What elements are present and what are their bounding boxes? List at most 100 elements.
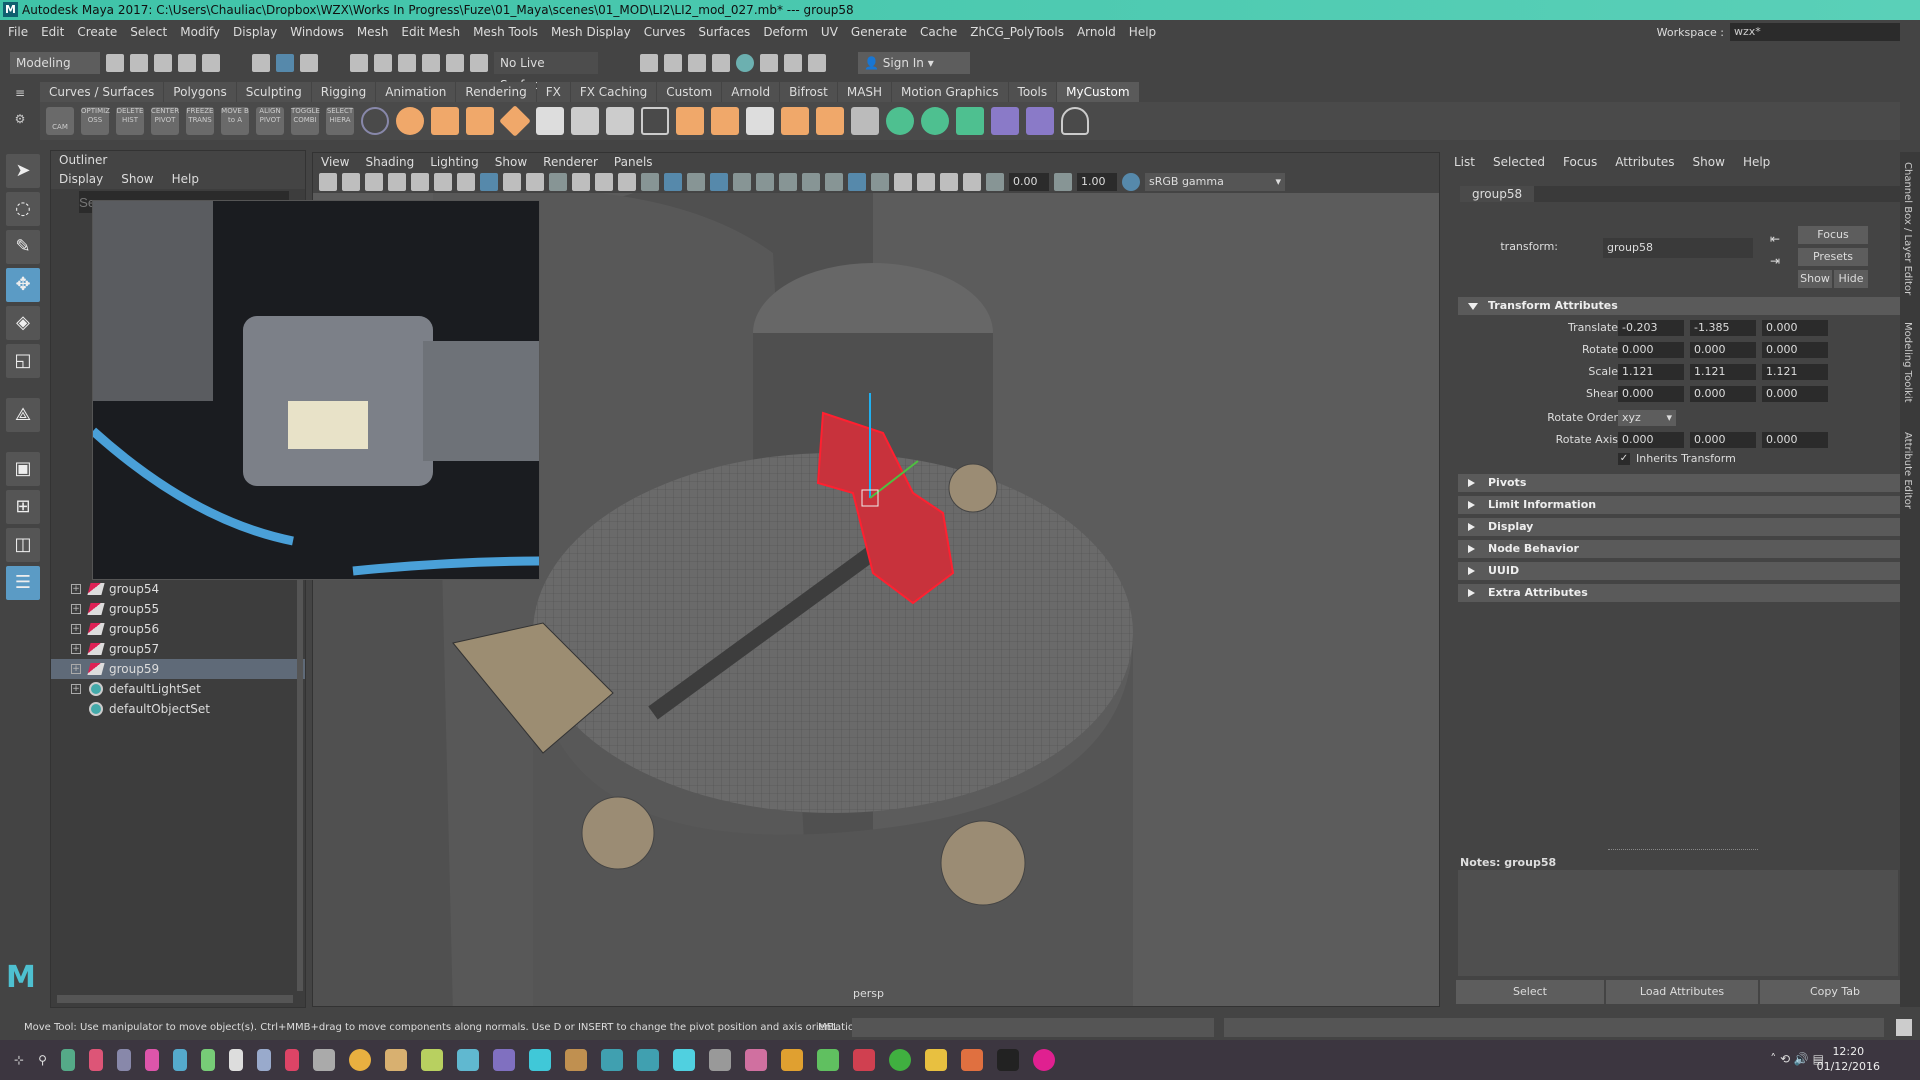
- shelf-tab-custom[interactable]: Custom: [657, 82, 722, 102]
- measure-icon[interactable]: [851, 107, 879, 135]
- menu-help[interactable]: Help: [1129, 25, 1156, 39]
- taskbar-app-icon[interactable]: [564, 1049, 587, 1071]
- expand-icon[interactable]: +: [71, 664, 81, 674]
- outliner-item[interactable]: defaultObjectSet: [51, 699, 305, 719]
- textured-icon[interactable]: [733, 173, 751, 191]
- splitter-handle[interactable]: [1608, 849, 1758, 850]
- load-input-icon[interactable]: ⇤: [1770, 232, 1780, 246]
- render-settings-icon[interactable]: [712, 54, 730, 72]
- translate-y-field[interactable]: -1.385: [1690, 320, 1756, 336]
- taskbar-app-icon[interactable]: [256, 1049, 271, 1071]
- multi-cut-icon[interactable]: [641, 107, 669, 135]
- taskbar-app-icon[interactable]: [780, 1049, 803, 1071]
- film-gate-icon[interactable]: [503, 173, 521, 191]
- outliner-menu-display[interactable]: Display: [59, 169, 103, 189]
- translate-z-field[interactable]: 0.000: [1762, 320, 1828, 336]
- expand-icon[interactable]: +: [71, 624, 81, 634]
- menu-display[interactable]: Display: [233, 25, 277, 39]
- taskbar-app-icon[interactable]: [88, 1049, 103, 1071]
- menu-set-dropdown[interactable]: Modeling: [10, 52, 100, 74]
- rotate-axis-y-field[interactable]: 0.000: [1690, 432, 1756, 448]
- outliner-layout-icon[interactable]: ☰: [6, 566, 40, 600]
- limit-information-section[interactable]: Limit Information: [1458, 496, 1902, 514]
- shelf-menu-icon[interactable]: ≡: [0, 86, 40, 100]
- grid-icon[interactable]: [480, 173, 498, 191]
- camera-icon[interactable]: [319, 173, 337, 191]
- taskbar-app-icon[interactable]: [172, 1049, 187, 1071]
- menu-zhcg-polytools[interactable]: ZhCG_PolyTools: [970, 25, 1064, 39]
- viewport-menu-lighting[interactable]: Lighting: [430, 153, 479, 171]
- color-management-toggle[interactable]: [1122, 173, 1140, 191]
- viewport-menu-renderer[interactable]: Renderer: [543, 153, 598, 171]
- isolate-icon[interactable]: [921, 107, 949, 135]
- new-scene-icon[interactable]: [106, 54, 124, 72]
- viewport-menu-show[interactable]: Show: [495, 153, 527, 171]
- ae-menu-selected[interactable]: Selected: [1493, 152, 1545, 172]
- menu-uv[interactable]: UV: [821, 25, 838, 39]
- pause-icon[interactable]: [808, 54, 826, 72]
- script-editor-icon[interactable]: [1896, 1019, 1912, 1036]
- snap-live-icon[interactable]: [470, 54, 488, 72]
- snap-curve-icon[interactable]: [374, 54, 392, 72]
- shelf-tab-bifrost[interactable]: Bifrost: [780, 82, 837, 102]
- tab-attribute-editor[interactable]: Attribute Editor: [1902, 432, 1913, 509]
- shelf-align-pivot-button[interactable]: ALIGN PIVOT: [256, 107, 284, 135]
- last-tool-icon[interactable]: ⟁: [6, 398, 40, 432]
- save-scene-icon[interactable]: [154, 54, 172, 72]
- expand-icon[interactable]: +: [71, 684, 81, 694]
- menu-mesh-tools[interactable]: Mesh Tools: [473, 25, 538, 39]
- menu-curves[interactable]: Curves: [644, 25, 686, 39]
- outliner-item[interactable]: + group57: [51, 639, 305, 659]
- inherits-transform-checkbox[interactable]: ✓: [1618, 452, 1630, 465]
- light-editor-icon[interactable]: [784, 54, 802, 72]
- menu-arnold[interactable]: Arnold: [1077, 25, 1116, 39]
- taskbar-photoshop-icon[interactable]: [456, 1049, 479, 1071]
- shelf-settings-gear-icon[interactable]: ⚙: [0, 112, 40, 126]
- lock-camera-icon[interactable]: [342, 173, 360, 191]
- shear-x-field[interactable]: 0.000: [1618, 386, 1684, 402]
- taskbar-app-icon[interactable]: [60, 1049, 75, 1071]
- ipr-render-icon[interactable]: [688, 54, 706, 72]
- field-chart-icon[interactable]: [572, 173, 590, 191]
- shelf-tab-animation[interactable]: Animation: [376, 82, 456, 102]
- bridge-icon[interactable]: [816, 107, 844, 135]
- mirror-icon[interactable]: [711, 107, 739, 135]
- scale-x-field[interactable]: 1.121: [1618, 364, 1684, 380]
- node-behavior-section[interactable]: Node Behavior: [1458, 540, 1902, 558]
- taskbar-evernote-icon[interactable]: [816, 1049, 839, 1071]
- taskbar-maya-icon[interactable]: [636, 1049, 659, 1071]
- shelf-tab-polygons[interactable]: Polygons: [164, 82, 236, 102]
- shelf-toggle-combine-button[interactable]: TOGGLE COMBI: [291, 107, 320, 135]
- taskbar-maya-icon[interactable]: [600, 1049, 623, 1071]
- outliner-menu-help[interactable]: Help: [172, 169, 199, 189]
- select-component-icon[interactable]: [300, 54, 318, 72]
- taskbar-app-icon[interactable]: [144, 1049, 159, 1071]
- taskbar-app-icon[interactable]: [1032, 1049, 1055, 1071]
- snap-view-icon[interactable]: [422, 54, 440, 72]
- taskbar-folder-icon[interactable]: [924, 1049, 947, 1071]
- image-plane-icon[interactable]: [411, 173, 429, 191]
- node-tab-group58[interactable]: group58: [1460, 186, 1535, 202]
- shelf-tab-rendering[interactable]: Rendering: [456, 82, 536, 102]
- menu-file[interactable]: File: [8, 25, 28, 39]
- ambient-occlusion-icon[interactable]: [802, 173, 820, 191]
- transform-attributes-section[interactable]: Transform Attributes: [1458, 297, 1902, 315]
- depth-of-field-icon[interactable]: [871, 173, 889, 191]
- shelf-move-b-to-a-button[interactable]: MOVE B to A: [221, 107, 249, 135]
- taskbar-app-icon[interactable]: [228, 1049, 243, 1071]
- outliner-item-selected[interactable]: + group59: [51, 659, 305, 679]
- shelf-tab-fx-caching[interactable]: FX Caching: [570, 82, 657, 102]
- tab-channel-box[interactable]: Channel Box / Layer Editor: [1902, 162, 1913, 295]
- menu-cache[interactable]: Cache: [920, 25, 957, 39]
- taskbar-app-icon[interactable]: [996, 1049, 1019, 1071]
- viewport-menu-view[interactable]: View: [321, 153, 349, 171]
- poly-cube-icon[interactable]: [431, 107, 459, 135]
- extrude-icon[interactable]: [781, 107, 809, 135]
- viewport-menu-panels[interactable]: Panels: [614, 153, 653, 171]
- taskbar-chrome-icon[interactable]: [348, 1049, 371, 1071]
- shelf-tab-motion-graphics[interactable]: Motion Graphics: [892, 82, 1008, 102]
- isolate-select-icon[interactable]: [894, 173, 912, 191]
- lasso-tool-icon[interactable]: ◌: [6, 192, 40, 226]
- shelf-optimize-button[interactable]: OPTIMIZ OSS: [81, 107, 110, 135]
- xray-joints-icon[interactable]: [940, 173, 958, 191]
